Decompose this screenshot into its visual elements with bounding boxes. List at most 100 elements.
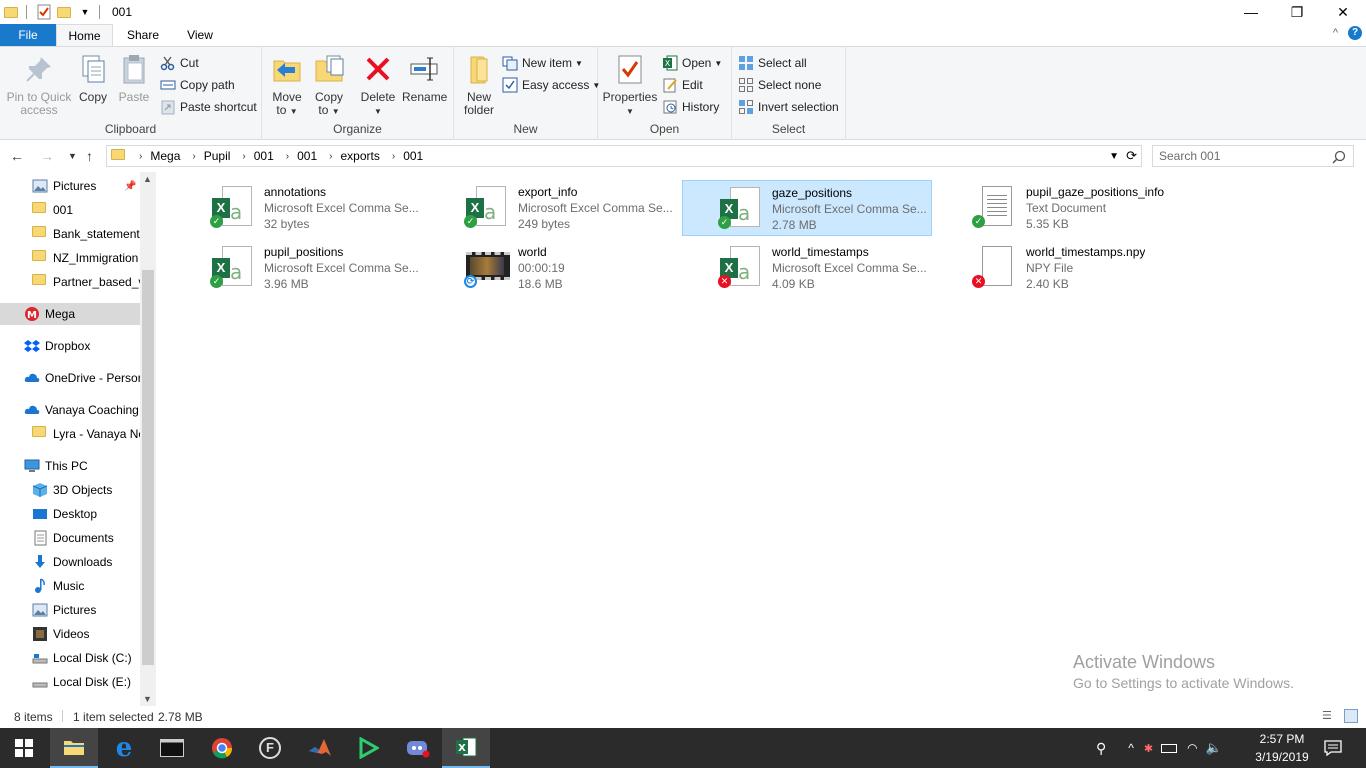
people-icon[interactable]: ⚲ — [1096, 740, 1106, 757]
nav-item-pictures[interactable]: Pictures — [0, 599, 140, 621]
file-item-export-info[interactable]: aX ✓ export_info Microsoft Excel Comma Se… — [462, 180, 712, 236]
pin-to-quick-access-button[interactable]: Pin to Quick access — [4, 51, 74, 117]
minimize-button[interactable]: — — [1228, 0, 1274, 24]
volume-icon[interactable]: 🔈 — [1206, 740, 1222, 756]
nav-item-local-disk-c[interactable]: Local Disk (C:) — [0, 647, 140, 669]
separator — [99, 5, 100, 19]
nav-item-local-disk-e[interactable]: Local Disk (E:) — [0, 671, 140, 693]
properties-icon[interactable] — [37, 4, 53, 20]
nav-item-vanaya-coaching[interactable]: Vanaya Coaching — [0, 399, 140, 421]
history-button[interactable]: History — [662, 97, 719, 117]
collapse-ribbon-icon[interactable]: ^ — [1333, 27, 1338, 39]
recent-locations-button[interactable]: ▼ — [68, 151, 77, 161]
maximize-button[interactable]: ❐ — [1274, 0, 1320, 24]
breadcrumb-exports[interactable]: exports — [341, 149, 380, 163]
battery-icon[interactable] — [1161, 743, 1178, 753]
rename-button[interactable]: Rename — [402, 51, 447, 104]
paste-shortcut-button[interactable]: Paste shortcut — [160, 97, 257, 117]
nav-item-nz-immigration[interactable]: NZ_Immigration — [0, 247, 140, 269]
nav-item-music[interactable]: Music — [0, 575, 140, 597]
nav-item-mega[interactable]: M Mega — [0, 303, 140, 325]
tab-home[interactable]: Home — [56, 24, 113, 46]
new-item-button[interactable]: New item ▼ — [502, 53, 583, 73]
address-dropdown-icon[interactable]: ▼ — [1109, 151, 1119, 162]
nav-item-onedrive-personal[interactable]: OneDrive - Persor — [0, 367, 140, 389]
taskbar-player[interactable] — [344, 728, 392, 768]
up-button[interactable]: ↑ — [86, 148, 93, 164]
large-icons-view-icon[interactable] — [1344, 709, 1358, 723]
tab-share[interactable]: Share — [113, 24, 173, 46]
taskbar-terminal[interactable] — [148, 728, 196, 768]
file-item-world-timestamps[interactable]: aX ✕ world_timestamps Microsoft Excel Com… — [716, 240, 966, 296]
taskbar-discord[interactable] — [394, 728, 442, 768]
network-error-icon[interactable]: ✱ — [1144, 742, 1153, 755]
scroll-down-icon[interactable]: ▼ — [143, 694, 152, 704]
nav-item-downloads[interactable]: Downloads — [0, 551, 140, 573]
forward-button[interactable]: → — [40, 148, 54, 164]
tab-view[interactable]: View — [173, 24, 227, 46]
nav-item-this-pc[interactable]: This PC — [0, 455, 140, 477]
file-item-pupil-gaze-positions-info[interactable]: ✓ pupil_gaze_positions_info Text Document… — [970, 180, 1220, 236]
nav-item-documents[interactable]: Documents — [0, 527, 140, 549]
invert-selection-button[interactable]: Invert selection — [738, 97, 839, 117]
nav-item-partner-based[interactable]: Partner_based_v — [0, 271, 140, 293]
refresh-icon[interactable]: ⟳ — [1126, 148, 1137, 164]
address-bar[interactable]: › Mega › Pupil › 001 › 001 › exports › 0… — [106, 145, 1142, 167]
chevron-up-icon[interactable]: ^ — [1128, 741, 1134, 755]
back-button[interactable]: ← — [10, 148, 24, 164]
select-all-button[interactable]: Select all — [738, 53, 807, 73]
properties-button[interactable]: Properties ▼ — [602, 51, 658, 118]
move-to-button[interactable]: Move to ▼ — [268, 51, 306, 118]
file-item-world[interactable]: ⟳ world 00:00:19 18.6 MB — [462, 240, 712, 296]
nav-item-3d-objects[interactable]: 3D Objects — [0, 479, 140, 501]
copy-path-button[interactable]: Copy path — [160, 75, 235, 95]
breadcrumb-001[interactable]: 001 — [254, 149, 274, 163]
nav-item-001[interactable]: 001 — [0, 199, 140, 221]
file-item-gaze-positions[interactable]: aX ✓ gaze_positions Microsoft Excel Comma… — [682, 180, 932, 236]
help-icon[interactable]: ? — [1348, 26, 1362, 40]
nav-item-dropbox[interactable]: Dropbox — [0, 335, 140, 357]
nav-item-lyra-vanaya[interactable]: Lyra - Vanaya Ne — [0, 423, 140, 445]
new-folder-icon[interactable] — [57, 4, 73, 20]
new-folder-button[interactable]: New folder — [460, 51, 498, 117]
taskbar-matlab[interactable] — [296, 728, 344, 768]
cut-button[interactable]: Cut — [160, 53, 199, 73]
breadcrumb-001[interactable]: 001 — [297, 149, 317, 163]
taskbar-excel[interactable]: X — [442, 728, 490, 768]
breadcrumb-mega[interactable]: Mega — [150, 149, 180, 163]
copy-to-button[interactable]: Copy to ▼ — [310, 51, 348, 118]
file-item-pupil-positions[interactable]: aX ✓ pupil_positions Microsoft Excel Comm… — [208, 240, 458, 296]
start-button[interactable] — [0, 728, 48, 768]
taskbar-app-f[interactable]: F — [246, 728, 294, 768]
paste-button[interactable]: Paste — [114, 51, 154, 104]
scroll-up-icon[interactable]: ▲ — [143, 174, 152, 184]
nav-item-desktop[interactable]: Desktop — [0, 503, 140, 525]
open-button[interactable]: X Open ▼ — [662, 53, 722, 73]
delete-button[interactable]: Delete ▼ — [358, 51, 398, 118]
taskbar-chrome[interactable] — [198, 728, 246, 768]
file-item-annotations[interactable]: aX ✓ annotations Microsoft Excel Comma Se… — [208, 180, 458, 236]
clock[interactable]: 2:57 PM 3/19/2019 — [1250, 730, 1314, 766]
file-item-world-timestamps-npy[interactable]: ✕ world_timestamps.npy NPY File 2.40 KB — [970, 240, 1220, 296]
nav-item-pictures-quick[interactable]: Pictures 📌 — [0, 175, 140, 197]
action-center-button[interactable] — [1324, 728, 1342, 768]
details-view-icon[interactable]: ☰ — [1322, 709, 1332, 722]
close-button[interactable]: ✕ — [1320, 0, 1366, 24]
select-none-button[interactable]: Select none — [738, 75, 821, 95]
easy-access-button[interactable]: Easy access ▼ — [502, 75, 600, 95]
breadcrumb-pupil[interactable]: Pupil — [204, 149, 231, 163]
chevron-down-icon[interactable]: ▼ — [77, 4, 93, 20]
taskbar-edge[interactable]: e — [100, 728, 148, 768]
copy-button[interactable]: Copy — [74, 51, 112, 104]
tab-file[interactable]: File — [0, 24, 56, 46]
breadcrumb-001[interactable]: 001 — [403, 149, 423, 163]
search-input[interactable]: Search 001 — [1152, 145, 1354, 167]
taskbar-file-explorer[interactable] — [50, 728, 98, 768]
edit-button[interactable]: Edit — [662, 75, 703, 95]
nav-item-videos[interactable]: Videos — [0, 623, 140, 645]
wifi-icon[interactable]: ◠ — [1187, 741, 1197, 755]
nav-item-bank-statements[interactable]: Bank_statements — [0, 223, 140, 245]
scroll-thumb[interactable] — [142, 270, 154, 665]
search-icon[interactable] — [1332, 150, 1346, 164]
nav-scrollbar[interactable]: ▲ ▼ — [140, 172, 156, 706]
